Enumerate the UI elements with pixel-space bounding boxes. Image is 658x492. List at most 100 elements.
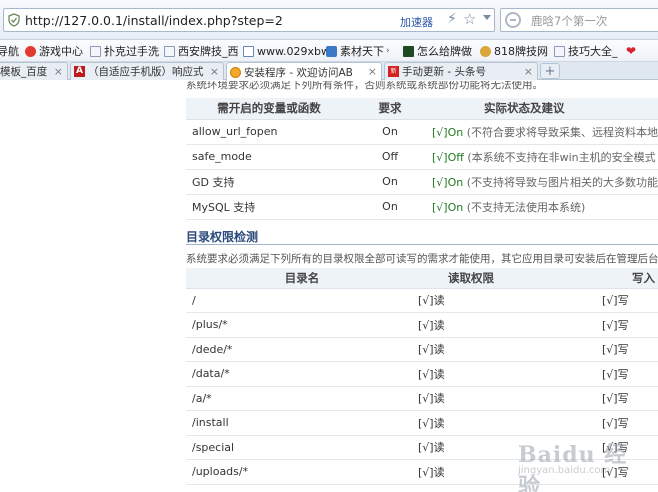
- env-requirement: On: [352, 169, 428, 195]
- table-row: /install [√]读 [√]写: [186, 410, 658, 436]
- table-row: /dede/* [√]读 [√]写: [186, 337, 658, 362]
- env-status: [√]On: [432, 200, 464, 214]
- bookmark-item[interactable]: 技巧大全_: [554, 43, 618, 59]
- bookmarks-bar: 导航 游戏中心 扑克过手洗 西安牌技_西 www.029xbw 素材天下 › 怎…: [0, 40, 658, 62]
- bookmark-label: 技巧大全_: [568, 45, 618, 58]
- tab-label: 模板_百度: [0, 66, 48, 78]
- news-icon: 新: [388, 66, 399, 77]
- column-header: 需开启的变量或函数: [186, 98, 352, 120]
- bookmark-label: 扑克过手洗: [104, 45, 159, 58]
- bookmark-item[interactable]: 西安牌技_西: [164, 43, 239, 59]
- chevron-right-icon: ›: [386, 46, 390, 56]
- search-engine-icon[interactable]: [505, 12, 521, 28]
- env-name: allow_url_fopen: [186, 119, 352, 145]
- tab-responsive[interactable]: A （自适应手机版）响应式 ×: [70, 62, 224, 80]
- table-row: allow_url_fopen On [√]On (不符合要求将导致采集、远程资…: [186, 119, 658, 145]
- env-note: (不支持无法使用本系统): [466, 200, 586, 214]
- section-title: 目录权限检测: [186, 230, 259, 244]
- bookmark-item[interactable]: 游戏中心: [25, 43, 83, 59]
- tab-baidu-template[interactable]: 模板_百度 ×: [0, 62, 68, 80]
- chevron-down-icon[interactable]: [483, 15, 491, 20]
- bookmark-label: 西安牌技_西: [178, 45, 239, 58]
- page-content: 系统环境要求必须满足下列所有条件，否则系统或系统部份功能将无法使用。 需开启的变…: [0, 81, 658, 492]
- close-icon[interactable]: ×: [368, 65, 377, 78]
- section-divider: [186, 244, 658, 245]
- env-name: GD 支持: [186, 169, 352, 195]
- page-icon: [243, 45, 254, 57]
- bookmark-label: 游戏中心: [39, 45, 83, 58]
- bookmark-label: 导航: [0, 45, 19, 58]
- tab-install[interactable]: 安装程序 - 欢迎访问AB ×: [226, 62, 382, 81]
- column-header: 读取权限: [418, 268, 598, 289]
- read-permission: [√]读: [418, 312, 598, 338]
- bookmark-label: 818牌技网: [494, 45, 548, 58]
- close-icon[interactable]: ×: [524, 65, 533, 78]
- url-text[interactable]: http://127.0.0.1/install/index.php?step=…: [25, 13, 283, 28]
- write-permission: [√]写: [598, 410, 658, 436]
- env-note: (不符合要求将导致采集、远程资料本地: [466, 125, 658, 139]
- read-permission: [√]读: [418, 361, 598, 387]
- dir-name: /data/*: [186, 361, 418, 387]
- env-requirement: Off: [352, 144, 428, 170]
- tab-label: 手动更新 - 头条号: [402, 66, 486, 78]
- new-tab-button[interactable]: +: [540, 63, 560, 79]
- write-permission: [√]写: [598, 361, 658, 387]
- search-input[interactable]: 鹿晗7个第一次: [500, 8, 658, 32]
- address-bar[interactable]: http://127.0.0.1/install/index.php?step=…: [3, 8, 495, 32]
- address-toolbar: http://127.0.0.1/install/index.php?step=…: [0, 0, 658, 40]
- tab-toutiao[interactable]: 新 手动更新 - 头条号 ×: [384, 62, 538, 80]
- bookmark-item[interactable]: 扑克过手洗: [90, 43, 159, 59]
- bookmark-item[interactable]: 导航: [0, 43, 19, 59]
- sun-icon: [230, 66, 241, 78]
- table-row: /data/* [√]读 [√]写: [186, 361, 658, 387]
- dir-name: /special: [186, 435, 418, 460]
- star-icon[interactable]: ☆: [463, 10, 476, 28]
- env-requirement: On: [352, 119, 428, 145]
- write-permission: [√]写: [598, 386, 658, 411]
- env-status-cell: [√]On (不支持将导致与图片相关的大多数功能: [428, 169, 658, 195]
- tab-label: （自适应手机版）响应式: [88, 66, 204, 78]
- column-header: 要求: [352, 98, 428, 120]
- write-permission: [√]写: [598, 337, 658, 362]
- table-row: GD 支持 On [√]On (不支持将导致与图片相关的大多数功能: [186, 169, 658, 195]
- bookmark-label: 怎么给牌做: [417, 45, 472, 58]
- bookmark-item[interactable]: 818牌技网: [480, 43, 548, 59]
- search-placeholder: 鹿晗7个第一次: [531, 14, 608, 28]
- bookmark-item[interactable]: 素材天下 ›: [326, 43, 390, 59]
- env-status-cell: [√]On (不符合要求将导致采集、远程资料本地: [428, 119, 658, 145]
- bookmark-item[interactable]: ❤: [626, 43, 639, 59]
- table-row: /a/* [√]读 [√]写: [186, 386, 658, 411]
- page-icon: [90, 45, 101, 57]
- read-permission: [√]读: [418, 386, 598, 411]
- watermark-subtext: jingyan.baidu.com: [518, 465, 611, 476]
- close-icon[interactable]: ×: [54, 65, 63, 78]
- column-header: 写入: [598, 268, 658, 289]
- page-icon: [164, 45, 175, 57]
- page-icon: [480, 45, 491, 57]
- env-status-cell: [√]On (不支持无法使用本系统): [428, 194, 658, 220]
- adobe-icon: A: [74, 66, 85, 77]
- table-row: / [√]读 [√]写: [186, 288, 658, 313]
- env-name: MySQL 支持: [186, 194, 352, 220]
- bookmark-item[interactable]: www.029xbw: [243, 43, 330, 59]
- env-status-cell: [√]Off (本系统不支持在非win主机的安全模式: [428, 144, 658, 170]
- env-note: (本系统不支持在非win主机的安全模式: [467, 150, 656, 164]
- accelerator-button[interactable]: 加速器: [400, 14, 433, 30]
- game-icon: [25, 45, 36, 57]
- table-header-row: 目录名 读取权限 写入: [186, 268, 658, 289]
- env-note: (不支持将导致与图片相关的大多数功能: [466, 175, 658, 189]
- bookmark-item[interactable]: 怎么给牌做: [403, 43, 472, 59]
- env-check-table: 需开启的变量或函数 要求 实际状态及建议 allow_url_fopen On …: [186, 98, 658, 220]
- close-icon[interactable]: ×: [210, 65, 219, 78]
- env-status: [√]On: [432, 125, 464, 139]
- dir-name: /uploads/*: [186, 459, 418, 485]
- page-icon: [326, 45, 337, 57]
- perm-intro-text: 系统要求必须满足下列所有的目录权限全部可读写的需求才能使用，其它应用目录可安装后…: [186, 253, 658, 265]
- dir-name: /dede/*: [186, 337, 418, 362]
- env-intro-text: 系统环境要求必须满足下列所有条件，否则系统或系统部份功能将无法使用。: [186, 81, 543, 91]
- lightning-icon[interactable]: ⚡: [447, 11, 457, 27]
- env-status: [√]On: [432, 175, 464, 189]
- env-name: safe_mode: [186, 144, 352, 170]
- dir-name: /: [186, 288, 418, 313]
- read-permission: [√]读: [418, 410, 598, 436]
